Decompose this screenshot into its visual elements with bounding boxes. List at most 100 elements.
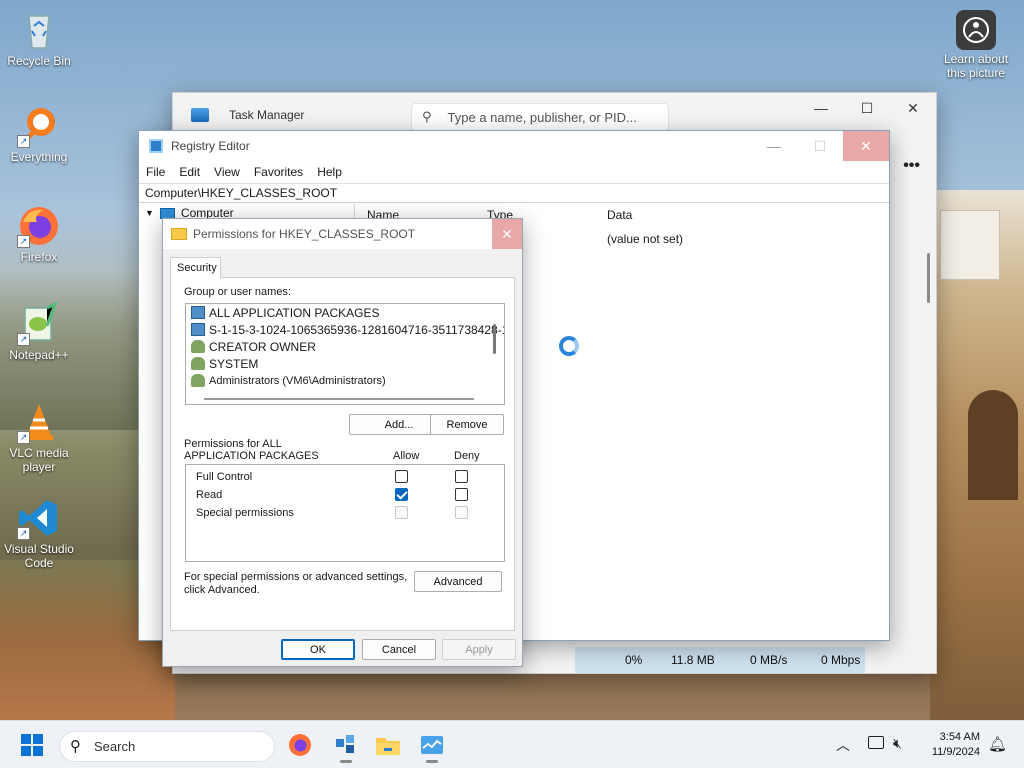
menu-help[interactable]: Help	[317, 165, 342, 179]
notification-bell-icon[interactable]: 🔔︎	[988, 735, 1007, 753]
remove-button[interactable]: Remove	[430, 414, 504, 435]
vlc-cone-icon: ↗	[17, 400, 61, 444]
notepadpp-icon: ↗	[17, 300, 61, 346]
maximize-button[interactable]: ☐	[844, 93, 890, 123]
desktop-icon-recycle-bin[interactable]: Recycle Bin	[0, 8, 78, 68]
volume-muted-icon[interactable]: 🔇︎	[893, 735, 902, 752]
apply-button[interactable]: Apply	[442, 639, 516, 660]
minimize-button[interactable]: —	[751, 131, 797, 161]
minimize-button[interactable]: —	[798, 93, 844, 123]
cpu-value: 0%	[625, 653, 643, 667]
firefox-icon: ↗	[17, 204, 61, 248]
app-packages-icon	[191, 323, 205, 336]
desktop-icon-everything[interactable]: ↗ Everything	[0, 104, 78, 164]
permission-name: Full Control	[196, 471, 253, 483]
tab-security[interactable]: Security	[170, 257, 221, 278]
ok-button[interactable]: OK	[281, 639, 355, 660]
chevron-up-icon[interactable]: ︿	[836, 735, 850, 755]
list-item[interactable]: SYSTEM	[186, 355, 504, 372]
close-button[interactable]: ✕	[492, 219, 522, 249]
task-manager-process-row[interactable]: 0% 11.8 MB 0 MB/s 0 Mbps	[575, 647, 865, 673]
taskbar: ⚲ Search ︿ 🔇︎ 3:54 AM 11/9/2024 🔔︎	[0, 720, 1024, 768]
permissions-titlebar[interactable]: Permissions for HKEY_CLASSES_ROOT	[163, 219, 522, 249]
desktop-icon-vlc[interactable]: ↗ VLC media player	[0, 400, 78, 474]
user-name: Administrators (VM6\Administrators)	[209, 374, 386, 387]
firefox-icon	[289, 734, 311, 756]
special-deny-checkbox	[455, 506, 468, 519]
clock[interactable]: 3:54 AM 11/9/2024	[932, 730, 980, 760]
shortcut-arrow-icon: ↗	[17, 333, 30, 346]
taskbar-firefox[interactable]	[282, 728, 318, 762]
network-value: 0 Mbps	[821, 653, 861, 667]
network-icon[interactable]	[868, 736, 884, 749]
task-manager-title: Task Manager	[229, 108, 305, 122]
start-button[interactable]	[14, 728, 50, 762]
desktop-icon-label: Notepad++	[9, 348, 69, 362]
taskbar-file-explorer[interactable]	[370, 728, 406, 762]
full-control-allow-checkbox[interactable]	[395, 470, 408, 483]
taskbar-search-input[interactable]: ⚲ Search	[59, 731, 275, 762]
user-name: CREATOR OWNER	[209, 339, 316, 354]
taskbar-registry-editor[interactable]	[328, 728, 364, 763]
user-list[interactable]: ALL APPLICATION PACKAGES S-1-15-3-1024-1…	[185, 303, 505, 405]
windows-logo-icon	[21, 734, 43, 756]
column-data[interactable]: Data	[607, 208, 632, 222]
shortcut-arrow-icon: ↗	[17, 527, 30, 540]
search-icon: ⚲	[70, 738, 81, 755]
group-users-label: Group or user names:	[184, 286, 291, 298]
permissions-table: Full Control Read Special permissions	[185, 464, 505, 562]
close-button[interactable]: ✕	[890, 93, 936, 123]
deny-column-header: Deny	[454, 450, 480, 462]
desktop-icon-notepadpp[interactable]: ↗ Notepad++	[0, 300, 78, 362]
more-options-icon[interactable]: •••	[903, 157, 920, 175]
menu-favorites[interactable]: Favorites	[254, 165, 303, 179]
read-allow-checkbox[interactable]	[395, 488, 408, 501]
user-name: ALL APPLICATION PACKAGES	[209, 305, 380, 320]
desktop-wallpaper-cliff	[930, 190, 1024, 720]
desktop-icon-firefox[interactable]: ↗ Firefox	[0, 204, 78, 264]
horizontal-scrollbar[interactable]	[204, 398, 474, 400]
desktop-icon-learn-picture[interactable]: Learn about this picture	[936, 10, 1016, 80]
chevron-down-icon: ▼	[145, 208, 154, 218]
desktop-icon-vscode[interactable]: ↗ Visual Studio Code	[0, 496, 78, 570]
vscode-icon: ↗	[17, 496, 61, 540]
menu-file[interactable]: File	[146, 165, 165, 179]
app-packages-icon	[191, 306, 205, 319]
registry-editor-title: Registry Editor	[171, 139, 250, 153]
everything-search-icon: ↗	[17, 104, 61, 148]
folder-icon	[376, 738, 400, 755]
scrollbar-thumb[interactable]	[927, 253, 930, 303]
wallpaper-bridge-arch	[968, 390, 1018, 500]
desktop-icon-label: Learn about this picture	[943, 52, 1009, 80]
desktop-icon-label: Recycle Bin	[7, 54, 71, 68]
wallpaper-building	[940, 210, 1000, 280]
registry-address-text: Computer\HKEY_CLASSES_ROOT	[145, 186, 338, 200]
close-button[interactable]: ✕	[843, 131, 889, 161]
list-item[interactable]: CREATOR OWNER	[186, 338, 504, 355]
special-permissions-hint: click Advanced.	[184, 584, 260, 596]
task-manager-search-input[interactable]: ⚲ Type a name, publisher, or PID...	[411, 103, 669, 131]
maximize-button[interactable]: ☐	[797, 131, 843, 161]
value-data-cell: (value not set)	[607, 232, 684, 246]
desktop-icon-label: Everything	[10, 150, 68, 164]
shortcut-arrow-icon: ↗	[17, 431, 30, 444]
full-control-deny-checkbox[interactable]	[455, 470, 468, 483]
read-deny-checkbox[interactable]	[455, 488, 468, 501]
list-item[interactable]: ALL APPLICATION PACKAGES	[186, 304, 504, 321]
camera-info-icon	[956, 10, 996, 50]
scrollbar-thumb[interactable]	[493, 324, 496, 354]
cancel-button[interactable]: Cancel	[362, 639, 436, 660]
list-item[interactable]: Administrators (VM6\Administrators)	[186, 372, 504, 389]
recycle-bin-icon	[17, 8, 61, 52]
menu-edit[interactable]: Edit	[179, 165, 200, 179]
special-permissions-hint: For special permissions or advanced sett…	[184, 571, 408, 583]
registry-menubar: File Edit View Favorites Help	[139, 161, 889, 183]
shortcut-arrow-icon: ↗	[17, 135, 30, 148]
advanced-button[interactable]: Advanced	[414, 571, 502, 592]
special-allow-checkbox	[395, 506, 408, 519]
taskbar-task-manager[interactable]	[414, 728, 450, 763]
permissions-dialog[interactable]: Permissions for HKEY_CLASSES_ROOT ✕ Secu…	[162, 218, 523, 667]
list-item[interactable]: S-1-15-3-1024-1065365936-1281604716-3511…	[186, 321, 504, 338]
registry-address-bar[interactable]: Computer\HKEY_CLASSES_ROOT	[139, 183, 889, 203]
menu-view[interactable]: View	[214, 165, 240, 179]
